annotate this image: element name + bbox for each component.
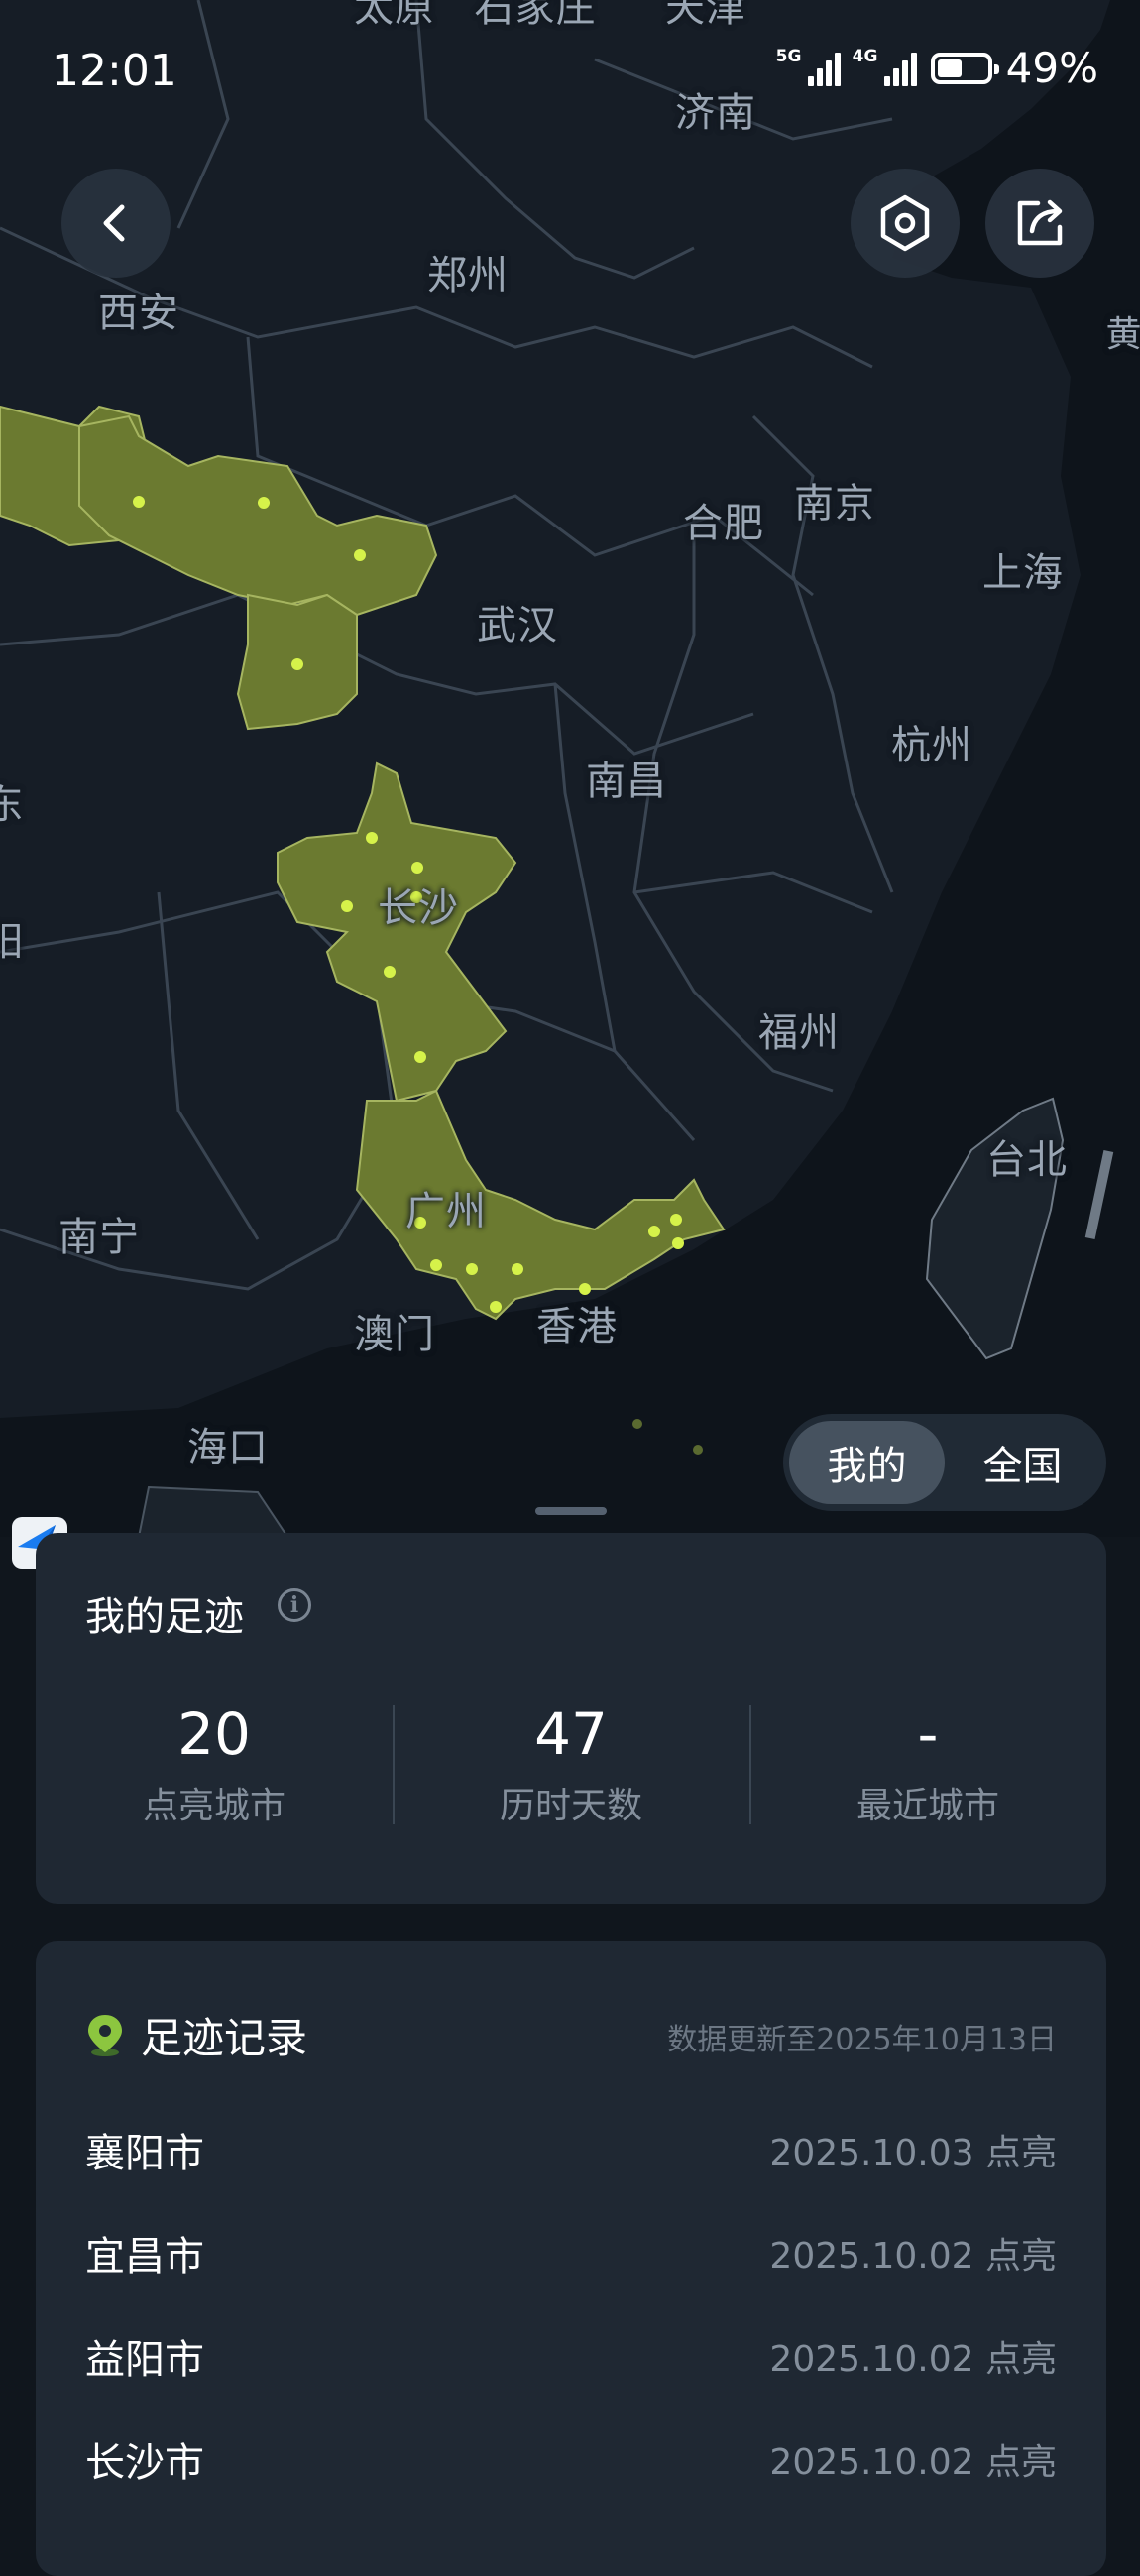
city-label-nanjing: 南京 — [794, 481, 875, 527]
signal-5g-icon: 5G — [776, 47, 841, 86]
stat-label: 点亮城市 — [142, 1786, 285, 1826]
summary-stats: 20 点亮城市 47 历时天数 - 最近城市 — [36, 1699, 1106, 1826]
back-button[interactable] — [61, 169, 171, 278]
record-city: 宜昌市 — [85, 2234, 204, 2280]
city-dot — [133, 496, 145, 508]
city-dot — [341, 900, 353, 912]
city-label-changsha: 长沙 — [378, 885, 459, 931]
city-dot — [670, 1214, 682, 1226]
list-item[interactable]: 襄阳市 2025.10.03 点亮 — [85, 2098, 1057, 2201]
share-icon — [1017, 199, 1063, 246]
city-dot — [648, 1226, 660, 1237]
settings-button[interactable] — [851, 169, 960, 278]
stat-label: 最近城市 — [855, 1786, 999, 1826]
status-time: 12:01 — [52, 46, 177, 96]
records-title: 足迹记录 — [141, 2014, 308, 2062]
island — [632, 1419, 642, 1429]
city-label-guangzhou: 广州 — [405, 1189, 487, 1234]
record-city: 益阳市 — [85, 2337, 204, 2383]
city-label-edge-east: 东 — [0, 782, 25, 828]
stat-lit-cities: 20 点亮城市 — [36, 1699, 393, 1826]
city-label-macau: 澳门 — [354, 1312, 435, 1357]
city-label-hangzhou: 杭州 — [891, 723, 972, 768]
city-dot — [354, 549, 366, 561]
records-updated-text: 数据更新至2025年10月13日 — [667, 2023, 1057, 2057]
city-dot — [258, 497, 270, 509]
city-label-wuhan: 武汉 — [477, 603, 558, 648]
city-dot — [430, 1259, 442, 1271]
city-label-zhengzhou: 郑州 — [427, 253, 509, 298]
city-dot — [291, 658, 303, 670]
stat-value: 47 — [534, 1700, 608, 1768]
network-type-5g: 5G — [775, 46, 802, 66]
city-label-edge-yang: 阳 — [0, 919, 25, 965]
toggle-all[interactable]: 全国 — [945, 1421, 1100, 1504]
record-city: 襄阳市 — [85, 2131, 204, 2176]
city-label-nanning: 南宁 — [58, 1215, 140, 1260]
share-button[interactable] — [985, 169, 1094, 278]
city-label-xian: 西安 — [98, 291, 179, 336]
records-list: 襄阳市 2025.10.03 点亮 宜昌市 2025.10.02 点亮 益阳市 … — [85, 2098, 1057, 2511]
sheet-drag-handle[interactable] — [535, 1507, 607, 1515]
hexagon-settings-icon — [880, 194, 930, 252]
record-city: 长沙市 — [85, 2440, 204, 2486]
list-item[interactable]: 益阳市 2025.10.02 点亮 — [85, 2304, 1057, 2407]
city-label-shijiazhuang: 石家庄 — [474, 0, 597, 31]
stat-label: 历时天数 — [499, 1786, 642, 1826]
footprint-records-card: 足迹记录 数据更新至2025年10月13日 襄阳市 2025.10.03 点亮 … — [36, 1941, 1106, 2576]
list-item[interactable]: 宜昌市 2025.10.02 点亮 — [85, 2201, 1057, 2304]
city-dot — [384, 966, 396, 978]
record-date: 2025.10.03 点亮 — [769, 2133, 1057, 2173]
toggle-mine[interactable]: 我的 — [789, 1421, 945, 1504]
city-dot — [414, 1051, 426, 1063]
city-label-taipei: 台北 — [986, 1137, 1068, 1183]
scope-toggle[interactable]: 我的 全国 — [783, 1414, 1106, 1511]
info-icon[interactable]: i — [278, 1588, 311, 1622]
stat-recent-city: - 最近城市 — [749, 1699, 1106, 1826]
city-dot — [512, 1263, 523, 1275]
city-label-hongkong: 香港 — [536, 1304, 618, 1349]
city-label-fuzhou: 福州 — [758, 1010, 840, 1056]
city-label-tianjin: 天津 — [665, 0, 746, 31]
record-date: 2025.10.02 点亮 — [769, 2442, 1057, 2483]
stat-days: 47 历时天数 — [393, 1699, 749, 1826]
record-date: 2025.10.02 点亮 — [769, 2339, 1057, 2380]
summary-title: 我的足迹 — [85, 1594, 244, 1640]
city-dot — [466, 1263, 478, 1275]
city-label-shanghai: 上海 — [982, 550, 1064, 596]
list-item[interactable]: 长沙市 2025.10.02 点亮 — [85, 2407, 1057, 2511]
record-date: 2025.10.02 点亮 — [769, 2236, 1057, 2277]
chevron-left-icon — [103, 204, 125, 242]
city-dot — [672, 1237, 684, 1249]
island — [693, 1445, 703, 1455]
status-icons: 5G 4G 49% — [776, 44, 1098, 92]
city-dot — [490, 1301, 502, 1313]
location-pin-icon — [88, 2014, 122, 2056]
city-label-haikou: 海口 — [187, 1425, 269, 1470]
city-label-taiyuan: 太原 — [354, 0, 435, 31]
battery-icon — [930, 52, 999, 84]
stat-value: 20 — [177, 1700, 251, 1768]
city-label-nanchang: 南昌 — [586, 759, 667, 804]
battery-percent: 49% — [1005, 44, 1098, 92]
network-type-4g: 4G — [852, 46, 878, 66]
city-label-hefei: 合肥 — [683, 501, 764, 546]
records-header: 足迹记录 — [85, 2005, 307, 2065]
city-dot — [411, 862, 423, 874]
footprint-map[interactable]: 太原 石家庄 天津 济南 郑州 西安 黄 南京 合肥 上海 武汉 杭州 南昌 长… — [0, 0, 1140, 1537]
city-label-huang: 黄 — [1105, 314, 1140, 355]
city-label-jinan: 济南 — [675, 90, 756, 136]
city-dot — [366, 832, 378, 844]
stat-value: - — [917, 1700, 939, 1768]
signal-4g-icon: 4G — [853, 47, 917, 86]
footprint-summary-card: 我的足迹 i 20 点亮城市 47 历时天数 - 最近城市 — [36, 1533, 1106, 1904]
